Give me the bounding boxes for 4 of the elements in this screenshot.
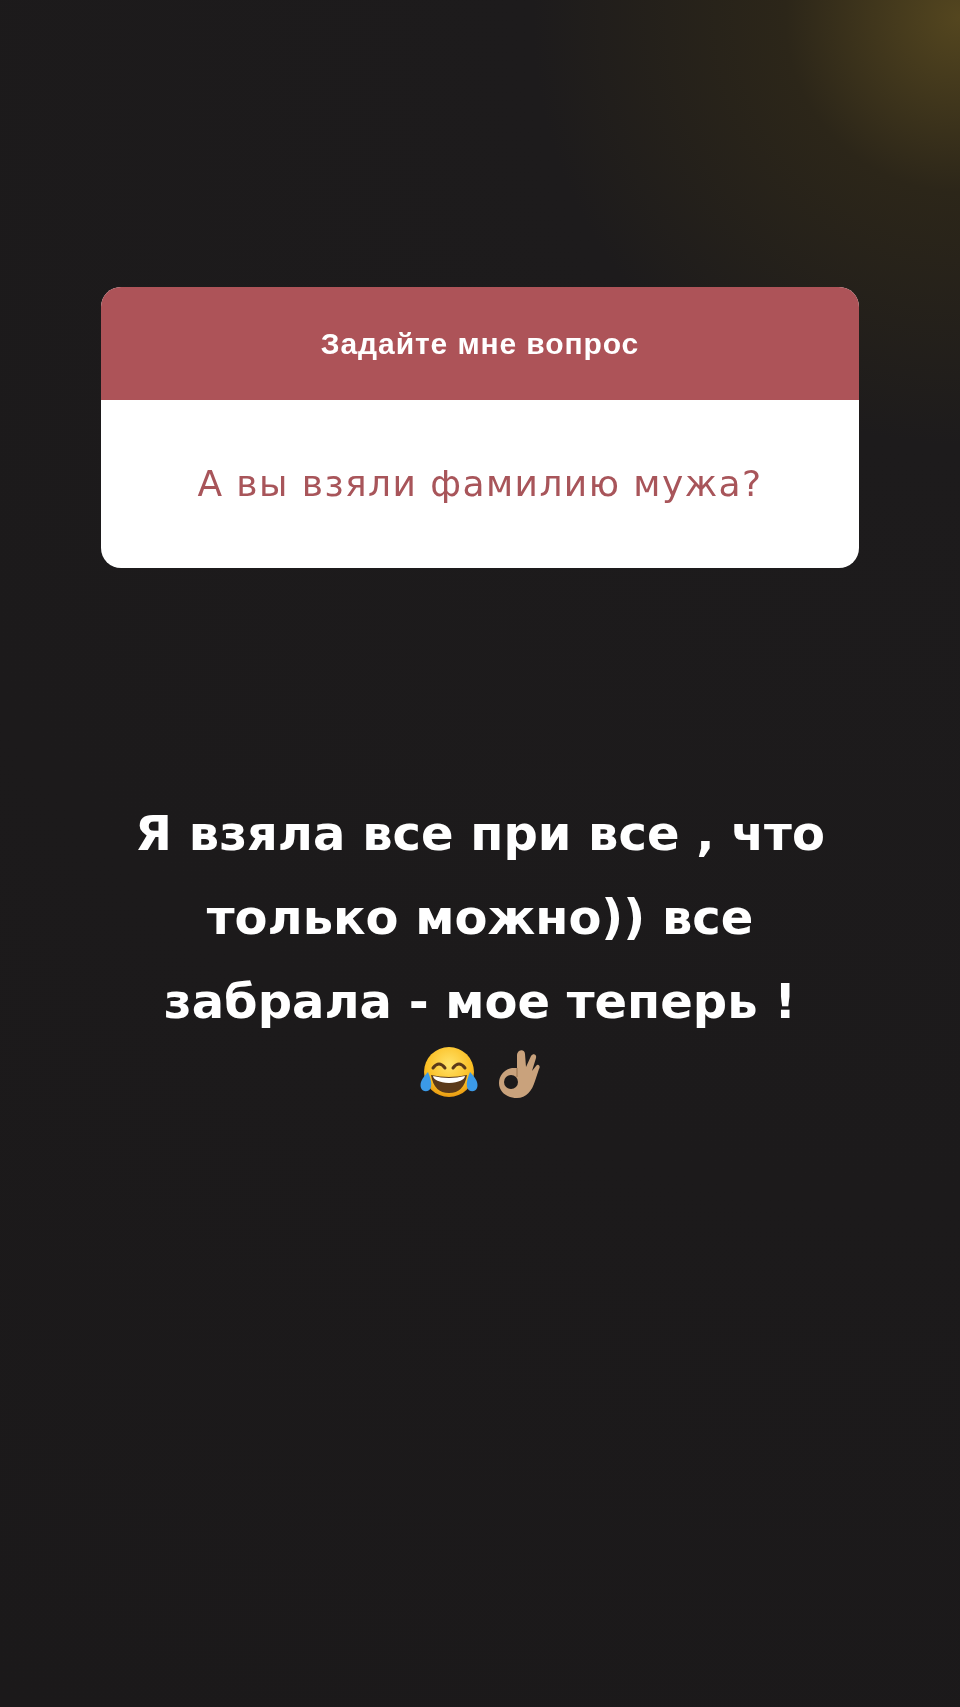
answer-text: Я взяла все при все , что только можно)) все забрала - мое теперь ! <box>134 804 826 1031</box>
tears-of-joy-emoji-icon <box>419 1045 479 1099</box>
question-text: А вы взяли фамилию мужа? <box>197 462 763 506</box>
question-prompt: Задайте мне вопрос <box>320 326 640 362</box>
